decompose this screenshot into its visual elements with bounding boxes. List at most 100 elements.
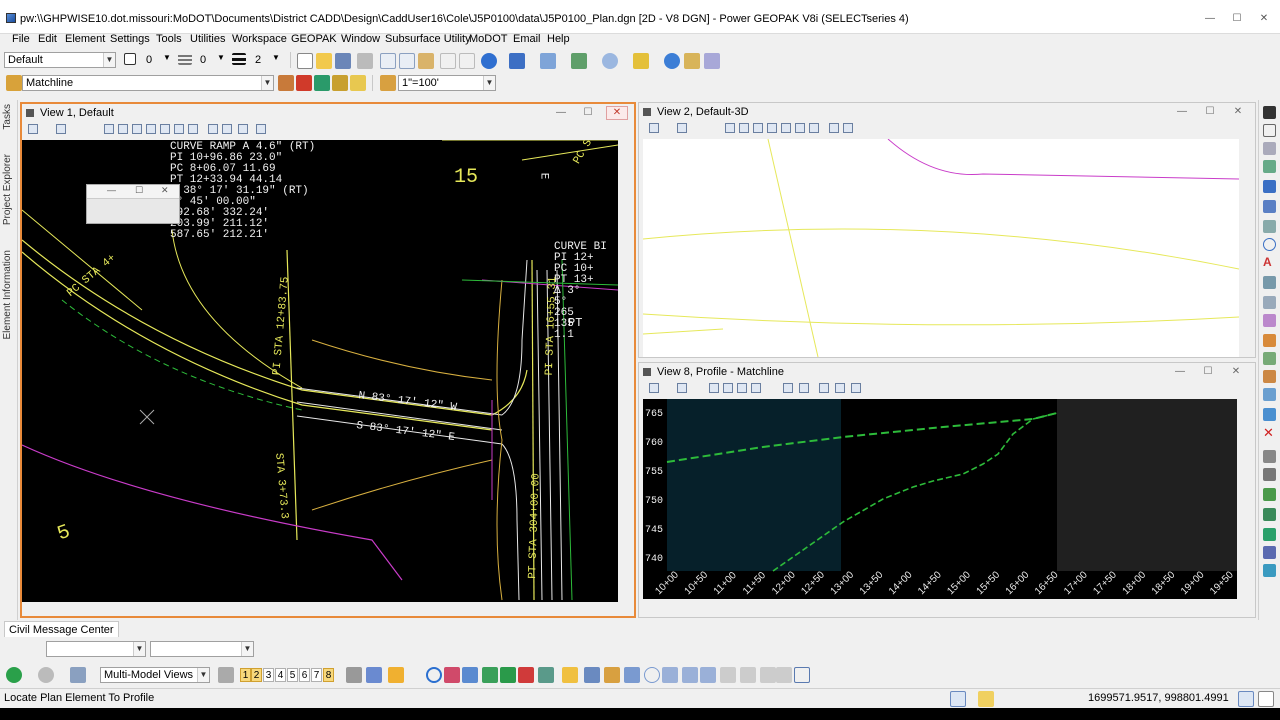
civil-tool-3-icon[interactable]	[1263, 488, 1276, 501]
point-icon[interactable]	[1263, 142, 1276, 155]
lock-icon[interactable]	[350, 75, 366, 91]
dimension-icon[interactable]	[1263, 276, 1276, 289]
tab-civil-message-center[interactable]: Civil Message Center	[4, 621, 119, 637]
shape-icon[interactable]	[1263, 180, 1276, 193]
view-previous-icon[interactable]	[819, 383, 829, 393]
search-icon[interactable]	[684, 53, 700, 69]
menu-email[interactable]: Email	[513, 33, 541, 45]
rotate-view-icon[interactable]	[851, 383, 861, 393]
chevron-down-icon[interactable]: ▼	[217, 53, 225, 62]
floating-dialog-maximize[interactable]: ☐	[135, 185, 143, 196]
status-lock-icon[interactable]	[978, 691, 994, 707]
nearest-snap-icon[interactable]	[444, 667, 460, 683]
perpendicular-snap-icon[interactable]	[500, 667, 516, 683]
view-6-toggle[interactable]: 6	[299, 668, 310, 682]
view-previous-icon[interactable]	[829, 123, 839, 133]
shape-tool-icon[interactable]	[296, 75, 312, 91]
arc-tool-icon[interactable]	[720, 667, 736, 683]
views-combo[interactable]: Multi-Model Views ▼	[100, 667, 210, 683]
circle-snap-icon[interactable]	[644, 667, 660, 683]
copy-icon[interactable]	[399, 53, 415, 69]
message-type-combo[interactable]: ▼	[150, 641, 254, 657]
pencil-icon[interactable]	[332, 75, 348, 91]
undo-icon[interactable]	[440, 53, 456, 69]
view-1-horizontal-scrollbar[interactable]	[22, 602, 620, 614]
view-2-maximize-button[interactable]: ☐	[1199, 105, 1221, 119]
pointer-icon[interactable]	[70, 667, 86, 683]
display-style-icon[interactable]	[56, 124, 66, 134]
cut-icon[interactable]	[380, 53, 396, 69]
view-8-maximize-button[interactable]: ☐	[1197, 365, 1219, 379]
window-icon[interactable]	[218, 667, 234, 683]
view-attributes-icon[interactable]	[649, 383, 659, 393]
zoom-out-icon[interactable]	[753, 123, 763, 133]
cross-tool-icon[interactable]	[700, 667, 716, 683]
clip-mask-icon[interactable]	[256, 124, 266, 134]
minimize-button[interactable]: —	[1199, 12, 1221, 26]
status-design-file-icon[interactable]	[1258, 691, 1274, 707]
view-2-toggle[interactable]: 2	[251, 668, 262, 682]
view-7-toggle[interactable]: 7	[311, 668, 322, 682]
point-snap-icon[interactable]	[662, 667, 678, 683]
view-next-icon[interactable]	[835, 383, 845, 393]
view-8-window[interactable]: View 8, Profile - Matchline — ☐ ✕ 10+00 1…	[638, 362, 1256, 618]
window-area-icon[interactable]	[767, 123, 777, 133]
view-2-minimize-button[interactable]: —	[1171, 105, 1193, 119]
fit-view-icon[interactable]	[781, 123, 791, 133]
keypoint-snap-icon[interactable]	[388, 667, 404, 683]
pan-view-icon[interactable]	[799, 383, 809, 393]
grid-lock-icon[interactable]	[604, 667, 620, 683]
view-next-icon[interactable]	[222, 124, 232, 134]
menu-settings[interactable]: Settings	[110, 33, 150, 45]
display-style-icon[interactable]	[677, 123, 687, 133]
menu-file[interactable]: File	[12, 33, 30, 45]
floating-dialog-close[interactable]: ✕	[161, 185, 169, 196]
update-view-icon[interactable]	[709, 383, 719, 393]
civil-tool-6-icon[interactable]	[1263, 546, 1276, 559]
view-group-icon[interactable]	[509, 53, 525, 69]
cell-icon[interactable]	[1263, 296, 1276, 309]
arc-tool-2-icon[interactable]	[740, 667, 756, 683]
zoom-out-icon[interactable]	[737, 383, 747, 393]
box-select-icon[interactable]	[794, 667, 810, 683]
zoom-in-icon[interactable]	[723, 383, 733, 393]
change-attributes-icon[interactable]	[1263, 370, 1276, 383]
help-icon[interactable]	[481, 53, 497, 69]
circle-icon[interactable]	[1263, 238, 1276, 251]
status-snap-icon[interactable]	[950, 691, 966, 707]
tab-element-information[interactable]: Element Information	[2, 250, 13, 340]
update-view-icon[interactable]	[725, 123, 735, 133]
redo-icon[interactable]	[459, 53, 475, 69]
rotate-view-icon[interactable]	[174, 124, 184, 134]
pattern-icon[interactable]	[1263, 314, 1276, 327]
3d-drawing[interactable]	[643, 139, 1239, 357]
civil-tool-1-icon[interactable]	[1263, 450, 1276, 463]
view-1-close-button[interactable]: ✕	[606, 106, 628, 120]
weight-value[interactable]: 2	[255, 54, 261, 66]
grid-icon[interactable]	[704, 53, 720, 69]
midpoint-snap-icon[interactable]	[518, 667, 534, 683]
tangent-snap-icon[interactable]	[482, 667, 498, 683]
civil-tool-5-icon[interactable]	[1263, 528, 1276, 541]
view-1-window[interactable]: View 1, Default — ☐ ✕ CURVE RAMP A 4.6" …	[20, 102, 636, 618]
info-icon[interactable]	[664, 53, 680, 69]
scale-combo[interactable]: 1"=100' ▼	[398, 75, 496, 91]
civil-tool-4-icon[interactable]	[1263, 508, 1276, 521]
arc-tool-3-icon[interactable]	[760, 667, 776, 683]
view-2-vertical-scrollbar[interactable]	[1241, 139, 1253, 357]
zoom-in-icon[interactable]	[739, 123, 749, 133]
view-8-horizontal-scrollbar[interactable]	[643, 601, 1237, 613]
view-1-toggle[interactable]: 1	[240, 668, 251, 682]
view-attributes-icon[interactable]	[28, 124, 38, 134]
line-icon[interactable]	[1263, 160, 1276, 173]
new-file-icon[interactable]	[297, 53, 313, 69]
close-button[interactable]: ✕	[1253, 12, 1275, 26]
matchline-tool-icon[interactable]	[6, 75, 22, 91]
draw-line-icon[interactable]	[584, 667, 600, 683]
text-icon[interactable]: A	[1263, 256, 1276, 269]
view-previous-icon[interactable]	[208, 124, 218, 134]
groups-icon[interactable]	[1263, 408, 1276, 421]
view-8-close-button[interactable]: ✕	[1225, 365, 1247, 379]
accudraw-icon[interactable]	[562, 667, 578, 683]
modify-icon[interactable]	[1263, 334, 1276, 347]
